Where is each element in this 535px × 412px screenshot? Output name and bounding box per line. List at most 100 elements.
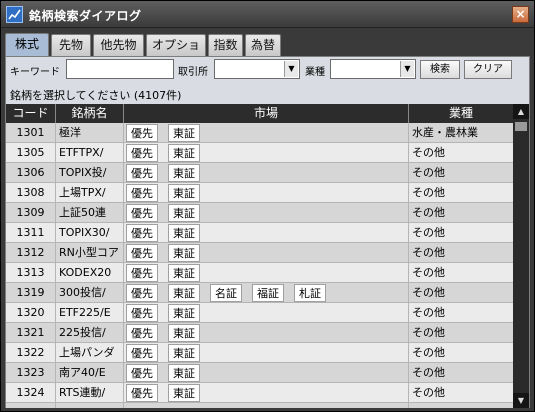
scroll-thumb[interactable] — [515, 122, 527, 131]
tab-forex[interactable]: 為替 — [245, 34, 281, 56]
industry-cell: その他 — [412, 166, 445, 179]
table-row[interactable]: 1308 上場TPX/優先 東証 その他 — [6, 183, 513, 203]
code-cell: 1309 — [6, 203, 56, 222]
market-chip[interactable]: 名証 — [210, 284, 242, 302]
scroll-down-icon[interactable]: ▼ — [513, 393, 529, 408]
search-button[interactable]: 検索 — [420, 60, 460, 79]
table-row[interactable]: 1301 極洋 優先 東証 水産・農林業 — [6, 123, 513, 143]
industry-cell: その他 — [412, 326, 445, 339]
code-cell: 1321 — [6, 323, 56, 342]
market-chip[interactable]: 優先 — [126, 164, 158, 182]
market-chip[interactable]: 東証 — [168, 124, 200, 142]
tab-other-futures[interactable]: 他先物 — [93, 34, 144, 56]
stock-panel: キーワード 取引所 ▼ 業種 ▼ 検索 クリア 銘柄を選択してください (410… — [5, 56, 530, 408]
market-chip[interactable]: 東証 — [168, 304, 200, 322]
tab-stocks[interactable]: 株式 — [5, 33, 49, 56]
code-cell: 1323 — [6, 363, 56, 382]
market-cell: 優先 東証 名証 福証 札証 — [124, 283, 409, 302]
industry-cell: 水産・農林業 — [412, 126, 478, 139]
industry-cell: その他 — [412, 286, 445, 299]
market-chip[interactable]: 東証 — [168, 244, 200, 262]
market-chip[interactable]: 札証 — [294, 284, 326, 302]
market-cell: 優先 東証 — [124, 383, 409, 402]
market-chip[interactable]: 東証 — [168, 284, 200, 302]
name-cell: 上場パンダ — [56, 343, 124, 362]
market-chip[interactable]: 優先 — [126, 384, 158, 402]
tab-indices[interactable]: 指数 — [208, 34, 243, 56]
tab-label: 為替 — [250, 38, 275, 52]
industry-select[interactable]: ▼ — [330, 59, 416, 79]
name-cell: TOPIX投/ — [56, 163, 124, 182]
table-row[interactable]: 1311 TOPIX30/優先 東証 その他 — [6, 223, 513, 243]
market-chip[interactable]: 優先 — [126, 184, 158, 202]
market-cell: 優先 東証 — [124, 223, 409, 242]
market-cell: 優先 東証 — [124, 203, 409, 222]
market-chip[interactable]: 東証 — [168, 384, 200, 402]
market-chip[interactable]: 優先 — [126, 224, 158, 242]
market-chip[interactable]: 優先 — [126, 264, 158, 282]
industry-cell: その他 — [412, 366, 445, 379]
industry-cell: その他 — [412, 246, 445, 259]
window-title: 銘柄検索ダイアログ — [29, 9, 142, 23]
table-row[interactable]: 1321 225投信/優先 東証 その他 — [6, 323, 513, 343]
tab-options[interactable]: オプション — [146, 34, 206, 72]
market-cell: 優先 東証 — [124, 183, 409, 202]
name-cell: 上場TPX/ — [56, 183, 124, 202]
header-market[interactable]: 市場 — [124, 104, 409, 123]
scroll-up-icon[interactable]: ▲ — [513, 104, 529, 119]
market-chip[interactable]: 優先 — [126, 344, 158, 362]
tab-futures[interactable]: 先物 — [51, 34, 91, 56]
market-chip[interactable]: 東証 — [168, 184, 200, 202]
code-cell: 1305 — [6, 143, 56, 162]
table-row[interactable]: 1323 南ア40/E 優先 東証 その他 — [6, 363, 513, 383]
keyword-input[interactable] — [66, 59, 174, 79]
table-row[interactable]: 1325 — [6, 403, 513, 408]
table-row[interactable]: 1313 KODEX20 優先 東証 その他 — [6, 263, 513, 283]
table-row[interactable]: 1324 RTS連動/優先 東証 その他 — [6, 383, 513, 403]
market-chip[interactable]: 優先 — [126, 304, 158, 322]
name-cell: 南ア40/E — [56, 363, 124, 382]
industry-label: 業種 — [305, 67, 325, 78]
market-chip[interactable]: 優先 — [126, 144, 158, 162]
market-chip[interactable]: 優先 — [126, 324, 158, 342]
chart-icon — [6, 6, 23, 23]
market-chip[interactable]: 優先 — [126, 284, 158, 302]
market-chip[interactable]: 優先 — [126, 204, 158, 222]
table-row[interactable]: 1309 上証50連 優先 東証 その他 — [6, 203, 513, 223]
market-chip[interactable]: 東証 — [168, 324, 200, 342]
chevron-down-icon[interactable]: ▼ — [284, 61, 298, 77]
market-chip[interactable]: 福証 — [252, 284, 284, 302]
market-chip[interactable]: 優先 — [126, 124, 158, 142]
market-chip[interactable]: 東証 — [168, 344, 200, 362]
title-bar[interactable]: 銘柄検索ダイアログ × — [1, 1, 534, 28]
table-row[interactable]: 1319 300投信/優先 東証 名証 福証 札証 その他 — [6, 283, 513, 303]
industry-cell: その他 — [412, 146, 445, 159]
header-code[interactable]: コード — [6, 104, 56, 123]
table-row[interactable]: 1322 上場パンダ 優先 東証 その他 — [6, 343, 513, 363]
market-chip[interactable]: 東証 — [168, 204, 200, 222]
table-row[interactable]: 1312 RN小型コア 優先 東証 その他 — [6, 243, 513, 263]
chevron-down-icon[interactable]: ▼ — [400, 61, 414, 77]
header-name[interactable]: 銘柄名 — [56, 104, 124, 123]
market-chip[interactable]: 東証 — [168, 264, 200, 282]
code-cell: 1324 — [6, 383, 56, 402]
table-row[interactable]: 1305 ETFTPX/優先 東証 その他 — [6, 143, 513, 163]
name-cell: ETF225/E — [56, 303, 124, 322]
header-industry[interactable]: 業種 — [409, 104, 513, 123]
market-chip[interactable]: 東証 — [168, 224, 200, 242]
market-chip[interactable]: 優先 — [126, 364, 158, 382]
market-chip[interactable]: 優先 — [126, 244, 158, 262]
market-chip[interactable]: 東証 — [168, 364, 200, 382]
clear-button[interactable]: クリア — [464, 60, 512, 79]
industry-cell: その他 — [412, 266, 445, 279]
market-chip[interactable]: 東証 — [168, 164, 200, 182]
table-row[interactable]: 1306 TOPIX投/優先 東証 その他 — [6, 163, 513, 183]
tab-label: 先物 — [58, 38, 83, 52]
vertical-scrollbar[interactable]: ▲ ▼ — [513, 104, 529, 408]
code-cell: 1313 — [6, 263, 56, 282]
exchange-select[interactable]: ▼ — [214, 59, 300, 79]
code-cell: 1320 — [6, 303, 56, 322]
table-row[interactable]: 1320 ETF225/E 優先 東証 その他 — [6, 303, 513, 323]
close-button[interactable]: × — [512, 6, 529, 23]
market-chip[interactable]: 東証 — [168, 144, 200, 162]
